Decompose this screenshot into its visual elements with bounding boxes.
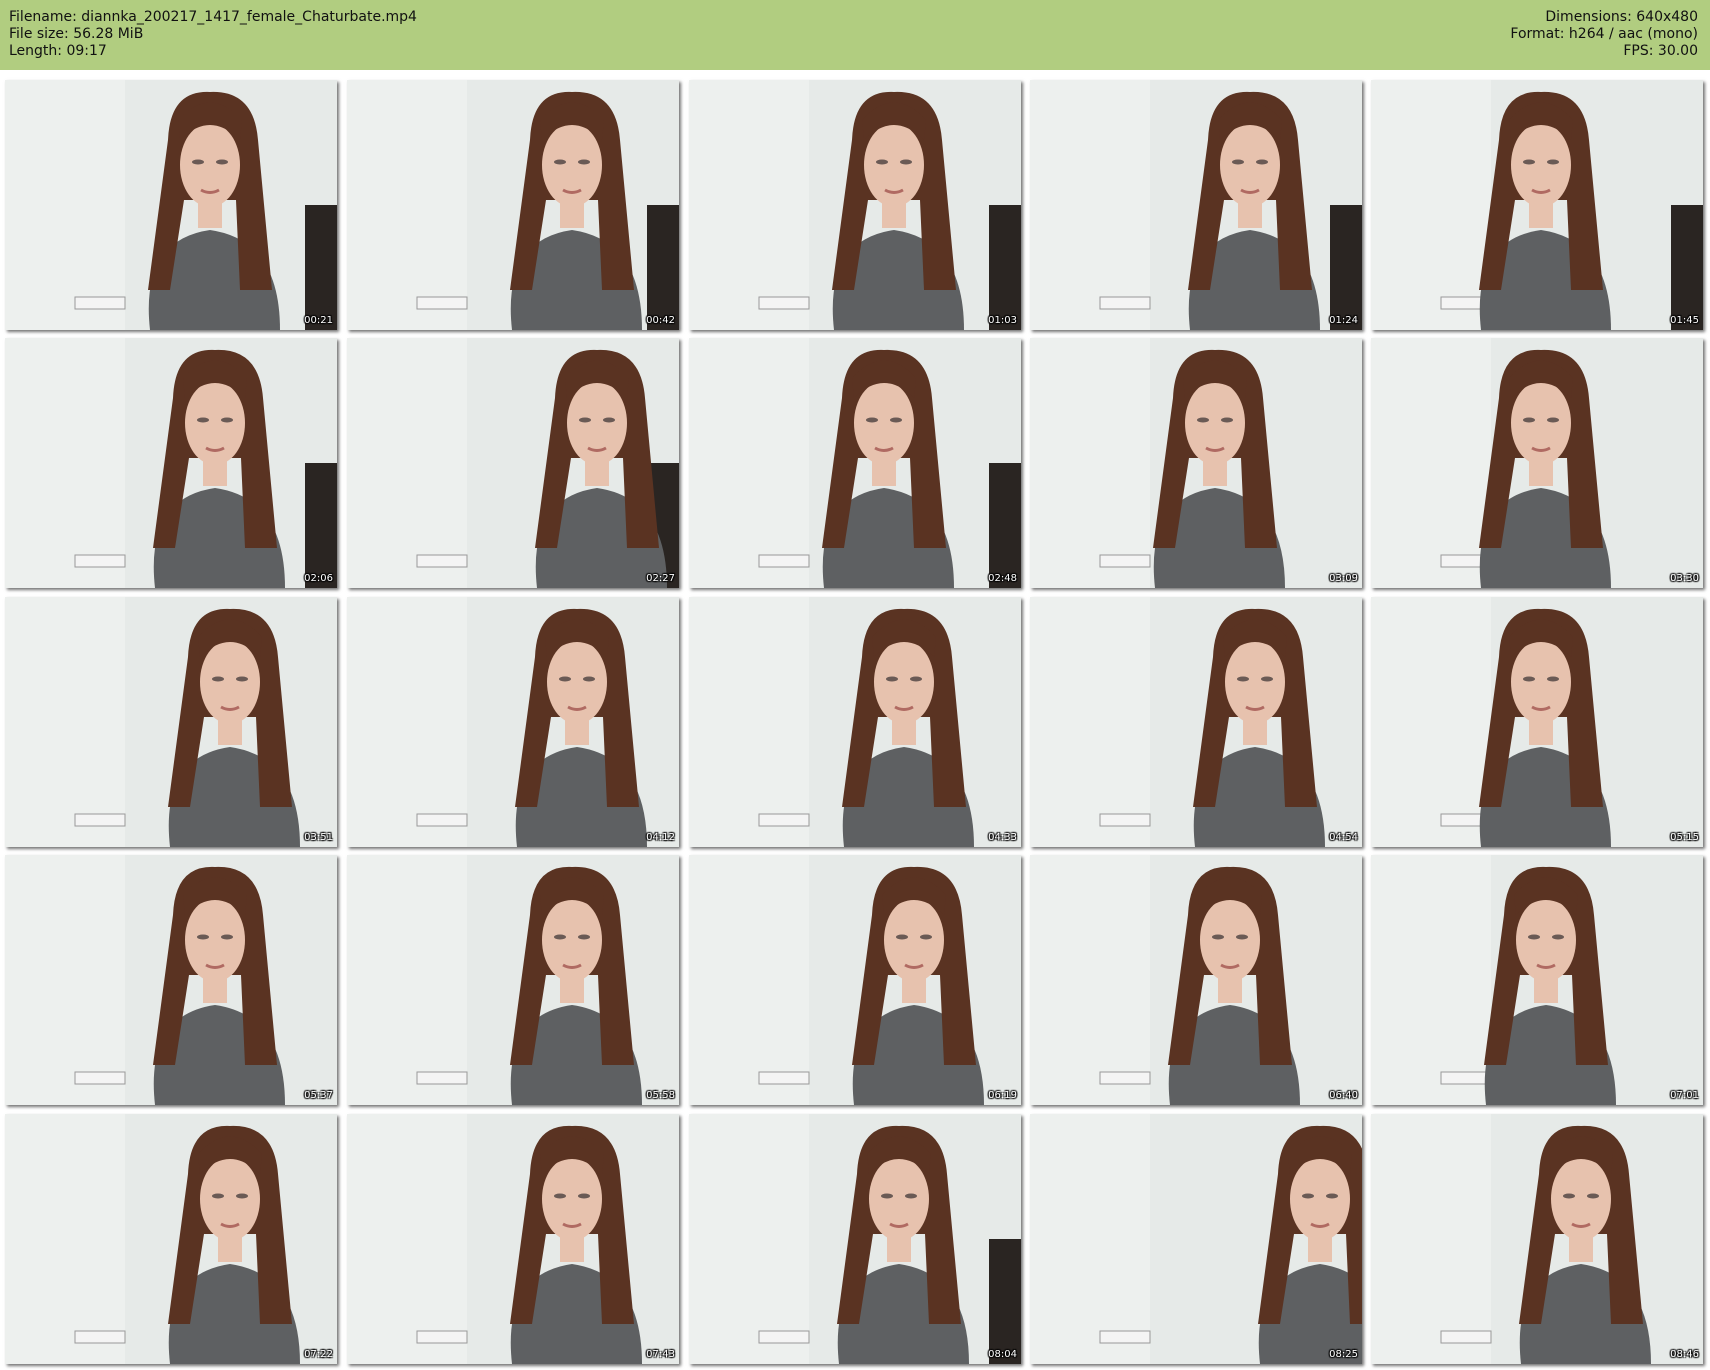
timestamp-label: 05:15 — [1670, 832, 1699, 843]
video-frame-thumbnail: 00:21 — [5, 80, 337, 330]
webcam-frame-image — [689, 80, 1021, 330]
video-frame-thumbnail: 01:03 — [689, 80, 1021, 330]
webcam-frame-image — [1371, 1114, 1703, 1364]
video-frame-thumbnail: 02:48 — [689, 338, 1021, 588]
timestamp-label: 00:42 — [646, 315, 675, 326]
video-frame-thumbnail: 08:04 — [689, 1114, 1021, 1364]
webcam-frame-image — [1371, 597, 1703, 847]
timestamp-label: 08:04 — [988, 1349, 1017, 1360]
video-frame-thumbnail: 00:42 — [347, 80, 679, 330]
video-frame-thumbnail: 03:51 — [5, 597, 337, 847]
webcam-frame-image — [1030, 597, 1362, 847]
webcam-frame-image — [1030, 855, 1362, 1105]
timestamp-label: 07:43 — [646, 1349, 675, 1360]
video-frame-thumbnail: 04:54 — [1030, 597, 1362, 847]
timestamp-label: 04:33 — [988, 832, 1017, 843]
video-frame-thumbnail: 06:19 — [689, 855, 1021, 1105]
webcam-frame-image — [1371, 80, 1703, 330]
webcam-frame-image — [689, 1114, 1021, 1364]
webcam-frame-image — [1030, 338, 1362, 588]
webcam-frame-image — [5, 80, 337, 330]
timestamp-label: 07:01 — [1670, 1090, 1699, 1101]
timestamp-label: 03:09 — [1329, 573, 1358, 584]
video-frame-thumbnail: 04:12 — [347, 597, 679, 847]
timestamp-label: 04:12 — [646, 832, 675, 843]
webcam-frame-image — [689, 597, 1021, 847]
timestamp-label: 02:48 — [988, 573, 1017, 584]
webcam-frame-image — [5, 338, 337, 588]
timestamp-label: 03:51 — [304, 832, 333, 843]
webcam-frame-image — [347, 597, 679, 847]
video-frame-thumbnail: 03:30 — [1371, 338, 1703, 588]
webcam-frame-image — [347, 1114, 679, 1364]
video-frame-thumbnail: 02:27 — [347, 338, 679, 588]
webcam-frame-image — [1371, 338, 1703, 588]
video-frame-thumbnail: 05:37 — [5, 855, 337, 1105]
timestamp-label: 03:30 — [1670, 573, 1699, 584]
webcam-frame-image — [5, 1114, 337, 1364]
info-header: Filename: diannka_200217_1417_female_Cha… — [0, 0, 1710, 70]
webcam-frame-image — [347, 855, 679, 1105]
video-frame-thumbnail: 02:06 — [5, 338, 337, 588]
video-frame-thumbnail: 05:58 — [347, 855, 679, 1105]
webcam-frame-image — [347, 80, 679, 330]
timestamp-label: 01:45 — [1670, 315, 1699, 326]
video-frame-thumbnail: 01:24 — [1030, 80, 1362, 330]
webcam-frame-image — [1371, 855, 1703, 1105]
timestamp-label: 01:24 — [1329, 315, 1358, 326]
webcam-frame-image — [689, 338, 1021, 588]
length-text: Length: 09:17 — [9, 43, 107, 59]
video-frame-thumbnail: 06:40 — [1030, 855, 1362, 1105]
video-frame-thumbnail: 08:25 — [1030, 1114, 1362, 1364]
webcam-frame-image — [5, 597, 337, 847]
timestamp-label: 01:03 — [988, 315, 1017, 326]
timestamp-label: 06:40 — [1329, 1090, 1358, 1101]
timestamp-label: 06:19 — [988, 1090, 1017, 1101]
video-frame-thumbnail: 04:33 — [689, 597, 1021, 847]
webcam-frame-image — [689, 855, 1021, 1105]
timestamp-label: 00:21 — [304, 315, 333, 326]
file-info: Filename: diannka_200217_1417_female_Cha… — [9, 9, 417, 60]
video-frame-thumbnail: 05:15 — [1371, 597, 1703, 847]
filesize-text: File size: 56.28 MiB — [9, 26, 144, 42]
video-frame-thumbnail: 07:22 — [5, 1114, 337, 1364]
filename-text: Filename: diannka_200217_1417_female_Cha… — [9, 9, 417, 25]
video-frame-thumbnail: 07:43 — [347, 1114, 679, 1364]
format-text: Format: h264 / aac (mono) — [1510, 26, 1698, 42]
timestamp-label: 05:37 — [304, 1090, 333, 1101]
video-frame-thumbnail: 07:01 — [1371, 855, 1703, 1105]
webcam-frame-image — [1030, 1114, 1362, 1364]
webcam-frame-image — [1030, 80, 1362, 330]
fps-text: FPS: 30.00 — [1623, 43, 1698, 59]
timestamp-label: 04:54 — [1329, 832, 1358, 843]
dimensions-text: Dimensions: 640x480 — [1545, 9, 1698, 25]
webcam-frame-image — [5, 855, 337, 1105]
video-frame-thumbnail: 03:09 — [1030, 338, 1362, 588]
timestamp-label: 02:27 — [646, 573, 675, 584]
timestamp-label: 07:22 — [304, 1349, 333, 1360]
video-frame-thumbnail: 08:46 — [1371, 1114, 1703, 1364]
webcam-frame-image — [347, 338, 679, 588]
video-frame-thumbnail: 01:45 — [1371, 80, 1703, 330]
media-info: Dimensions: 640x480 Format: h264 / aac (… — [1510, 9, 1698, 60]
timestamp-label: 08:25 — [1329, 1349, 1358, 1360]
timestamp-label: 02:06 — [304, 573, 333, 584]
thumbnail-grid: 00:21 00:42 01:03 01:24 01:45 02:06 02:2… — [0, 70, 1710, 1370]
timestamp-label: 08:46 — [1670, 1349, 1699, 1360]
timestamp-label: 05:58 — [646, 1090, 675, 1101]
